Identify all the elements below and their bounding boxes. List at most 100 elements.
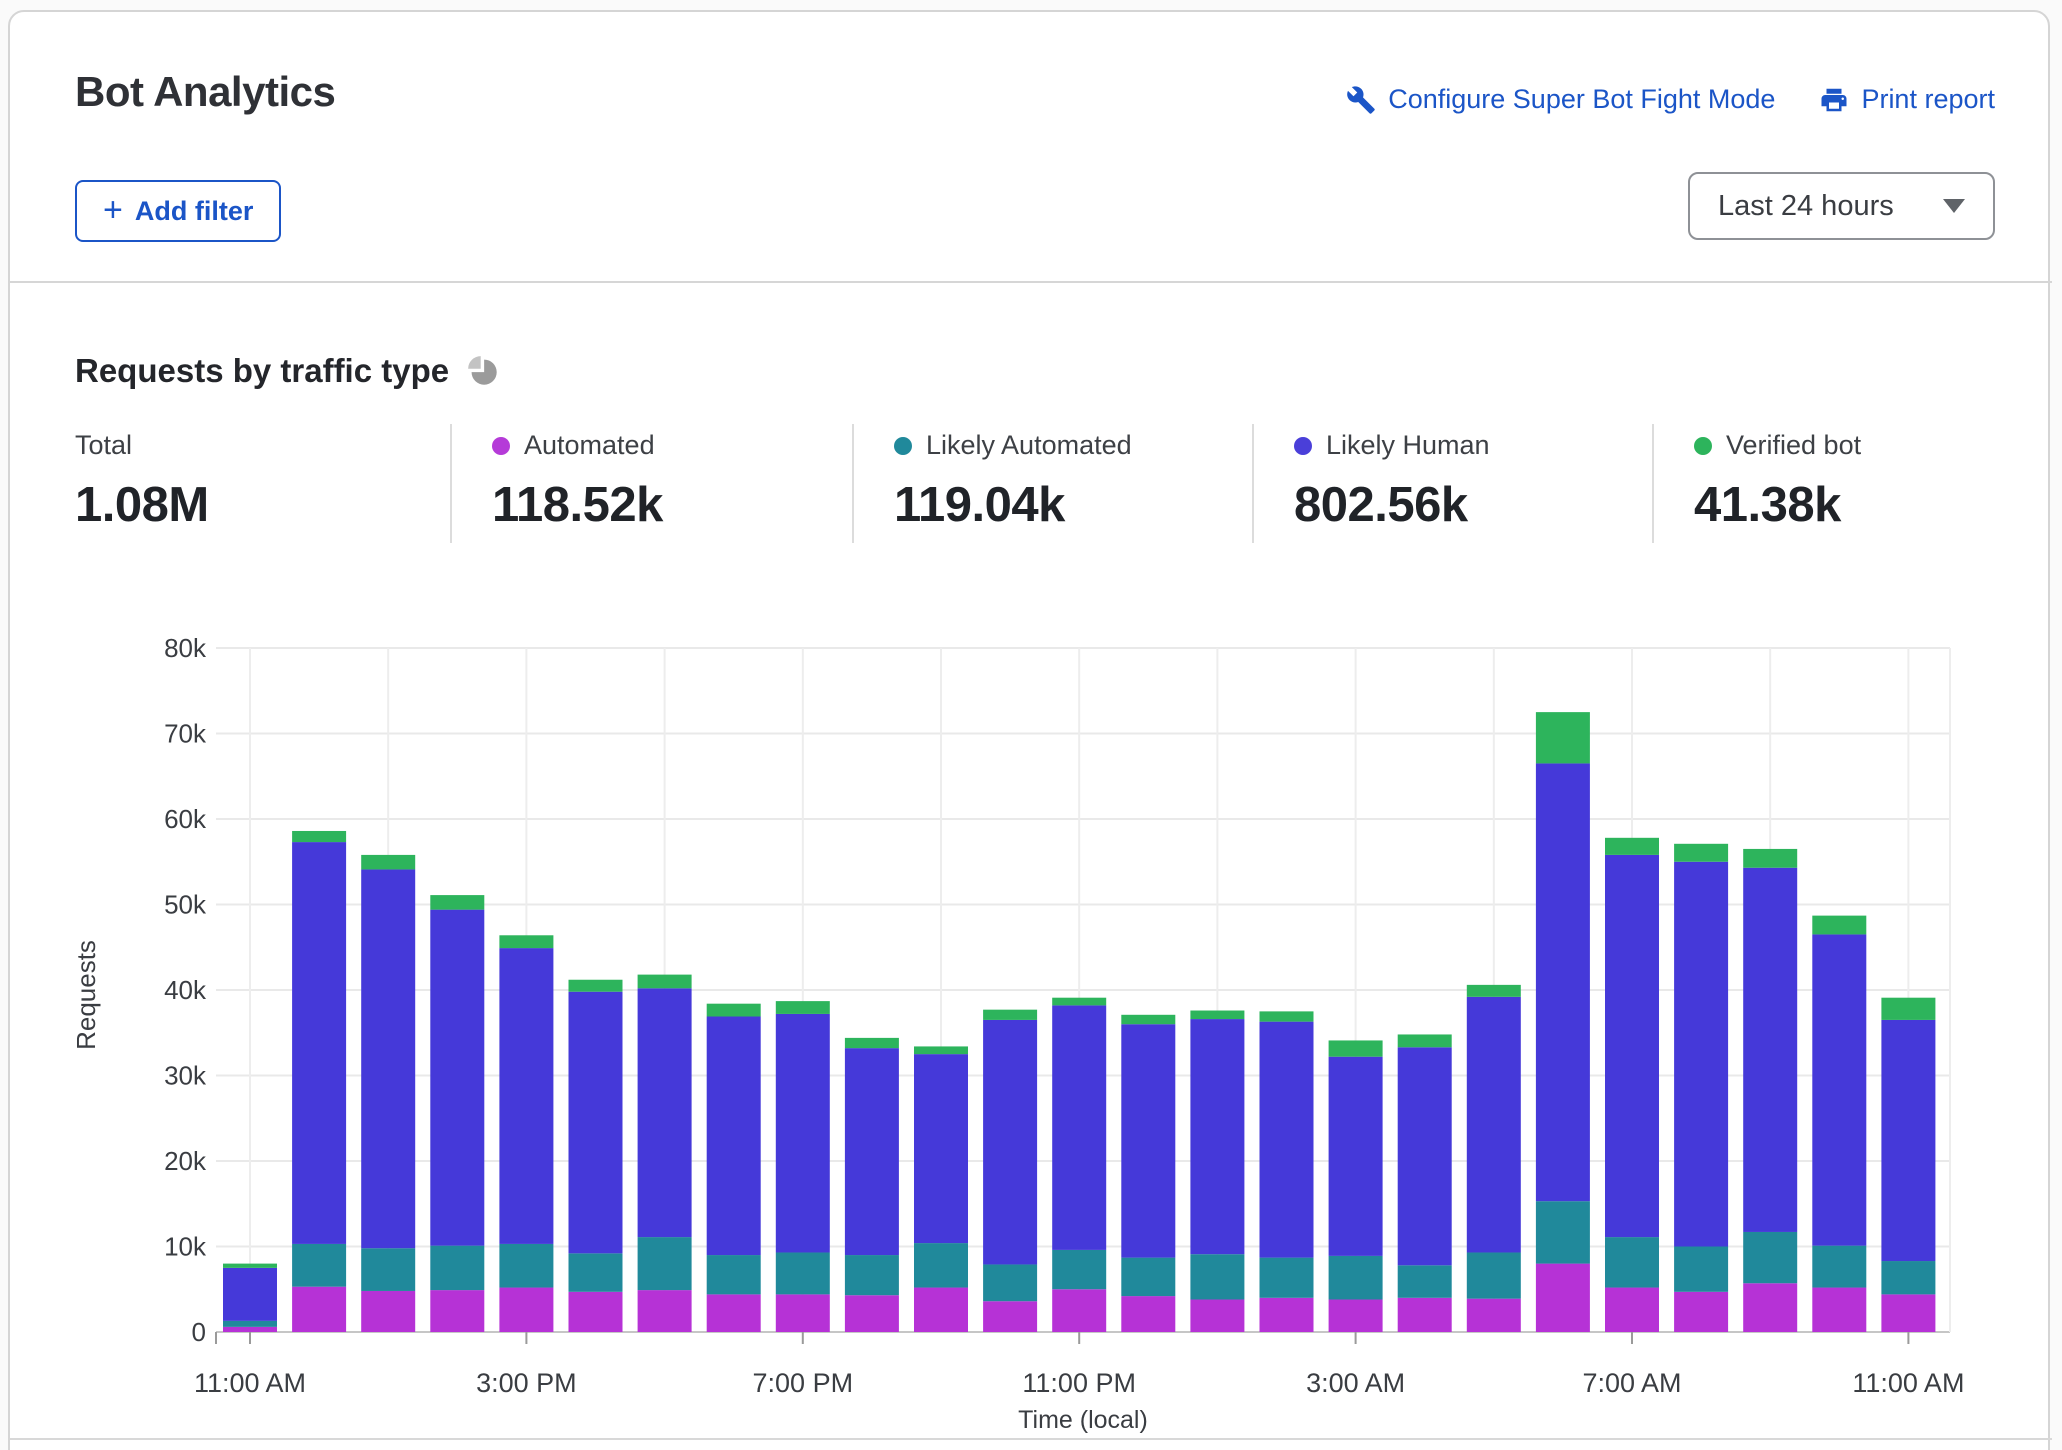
bar-segment[interactable] xyxy=(983,1264,1037,1301)
bar-segment[interactable] xyxy=(361,1248,415,1291)
bar-segment[interactable] xyxy=(1329,1256,1383,1300)
bar-segment[interactable] xyxy=(1674,844,1728,862)
bar-segment[interactable] xyxy=(776,1001,830,1014)
bar-segment[interactable] xyxy=(361,869,415,1248)
bar-segment[interactable] xyxy=(1121,1015,1175,1024)
bar-segment[interactable] xyxy=(1812,934,1866,1245)
bar-segment[interactable] xyxy=(707,1017,761,1256)
bar-segment[interactable] xyxy=(1536,712,1590,763)
bar-segment[interactable] xyxy=(1674,1247,1728,1292)
bar-segment[interactable] xyxy=(1467,985,1521,997)
bar-segment[interactable] xyxy=(1812,1246,1866,1288)
bar-segment[interactable] xyxy=(430,910,484,1246)
bar-segment[interactable] xyxy=(845,1295,899,1332)
bar-segment[interactable] xyxy=(292,1244,346,1287)
bar-segment[interactable] xyxy=(569,980,623,992)
bar-segment[interactable] xyxy=(1881,998,1935,1020)
bar-segment[interactable] xyxy=(845,1255,899,1295)
bar-segment[interactable] xyxy=(1605,838,1659,855)
bar-segment[interactable] xyxy=(1398,1298,1452,1332)
bar-segment[interactable] xyxy=(1121,1296,1175,1332)
bar-segment[interactable] xyxy=(1398,1047,1452,1265)
bar-segment[interactable] xyxy=(1329,1040,1383,1056)
bar-segment[interactable] xyxy=(638,988,692,1237)
bar-segment[interactable] xyxy=(776,1014,830,1253)
bar-segment[interactable] xyxy=(499,1288,553,1332)
bar-segment[interactable] xyxy=(1190,1019,1244,1254)
bar-segment[interactable] xyxy=(1260,1298,1314,1332)
bar-segment[interactable] xyxy=(1260,1022,1314,1258)
bar-segment[interactable] xyxy=(430,895,484,910)
bar-segment[interactable] xyxy=(1881,1294,1935,1332)
bar-segment[interactable] xyxy=(1329,1300,1383,1332)
bar-segment[interactable] xyxy=(845,1038,899,1048)
bar-segment[interactable] xyxy=(914,1288,968,1332)
bar-segment[interactable] xyxy=(361,855,415,870)
bar-segment[interactable] xyxy=(430,1290,484,1332)
bar-segment[interactable] xyxy=(1467,1252,1521,1298)
bar-segment[interactable] xyxy=(638,1237,692,1290)
bar-segment[interactable] xyxy=(983,1010,1037,1020)
bar-segment[interactable] xyxy=(845,1048,899,1255)
bar-segment[interactable] xyxy=(223,1327,277,1332)
bar-segment[interactable] xyxy=(569,1292,623,1332)
bar-segment[interactable] xyxy=(1812,916,1866,935)
bar-segment[interactable] xyxy=(1052,998,1106,1006)
bar-segment[interactable] xyxy=(569,1253,623,1291)
bar-segment[interactable] xyxy=(1605,855,1659,1237)
bar-segment[interactable] xyxy=(914,1243,968,1287)
bar-segment[interactable] xyxy=(499,948,553,1244)
bar-segment[interactable] xyxy=(1743,1283,1797,1332)
bar-segment[interactable] xyxy=(1674,1292,1728,1332)
bar-segment[interactable] xyxy=(1260,1011,1314,1021)
bar-segment[interactable] xyxy=(1812,1288,1866,1332)
bar-segment[interactable] xyxy=(1260,1258,1314,1298)
bar-segment[interactable] xyxy=(1536,1264,1590,1332)
bar-segment[interactable] xyxy=(1467,1299,1521,1332)
bar-segment[interactable] xyxy=(1329,1057,1383,1256)
bar-segment[interactable] xyxy=(430,1246,484,1290)
bar-segment[interactable] xyxy=(983,1301,1037,1332)
bar-segment[interactable] xyxy=(1605,1237,1659,1287)
bar-segment[interactable] xyxy=(1052,1005,1106,1250)
bar-segment[interactable] xyxy=(638,1290,692,1332)
bar-segment[interactable] xyxy=(1743,1232,1797,1283)
bar-segment[interactable] xyxy=(707,1294,761,1332)
bar-segment[interactable] xyxy=(1881,1020,1935,1261)
bar-segment[interactable] xyxy=(223,1264,277,1268)
bar-segment[interactable] xyxy=(1743,849,1797,868)
bar-segment[interactable] xyxy=(499,1244,553,1288)
bar-segment[interactable] xyxy=(223,1268,277,1321)
bar-segment[interactable] xyxy=(223,1321,277,1327)
bar-segment[interactable] xyxy=(1121,1258,1175,1296)
bar-segment[interactable] xyxy=(1674,862,1728,1247)
bar-segment[interactable] xyxy=(292,842,346,1244)
bar-segment[interactable] xyxy=(1190,1011,1244,1020)
bar-segment[interactable] xyxy=(776,1252,830,1294)
bar-segment[interactable] xyxy=(1398,1034,1452,1047)
bar-segment[interactable] xyxy=(1398,1265,1452,1297)
bar-segment[interactable] xyxy=(1052,1289,1106,1332)
bar-segment[interactable] xyxy=(1536,763,1590,1201)
bar-segment[interactable] xyxy=(1743,868,1797,1232)
bar-segment[interactable] xyxy=(914,1054,968,1243)
bar-segment[interactable] xyxy=(499,935,553,948)
bar-segment[interactable] xyxy=(776,1294,830,1332)
bar-segment[interactable] xyxy=(569,992,623,1254)
bar-segment[interactable] xyxy=(361,1291,415,1332)
bar-segment[interactable] xyxy=(638,975,692,989)
bar-segment[interactable] xyxy=(1881,1261,1935,1294)
bar-segment[interactable] xyxy=(707,1255,761,1294)
bar-segment[interactable] xyxy=(1052,1250,1106,1289)
bar-segment[interactable] xyxy=(1605,1288,1659,1332)
bar-segment[interactable] xyxy=(1536,1201,1590,1263)
bar-segment[interactable] xyxy=(1121,1024,1175,1257)
bar-segment[interactable] xyxy=(1190,1254,1244,1299)
bar-segment[interactable] xyxy=(914,1046,968,1054)
bar-segment[interactable] xyxy=(292,831,346,842)
bar-segment[interactable] xyxy=(983,1020,1037,1265)
bar-segment[interactable] xyxy=(292,1287,346,1332)
bar-segment[interactable] xyxy=(1190,1300,1244,1332)
bar-segment[interactable] xyxy=(707,1004,761,1017)
bar-segment[interactable] xyxy=(1467,997,1521,1253)
